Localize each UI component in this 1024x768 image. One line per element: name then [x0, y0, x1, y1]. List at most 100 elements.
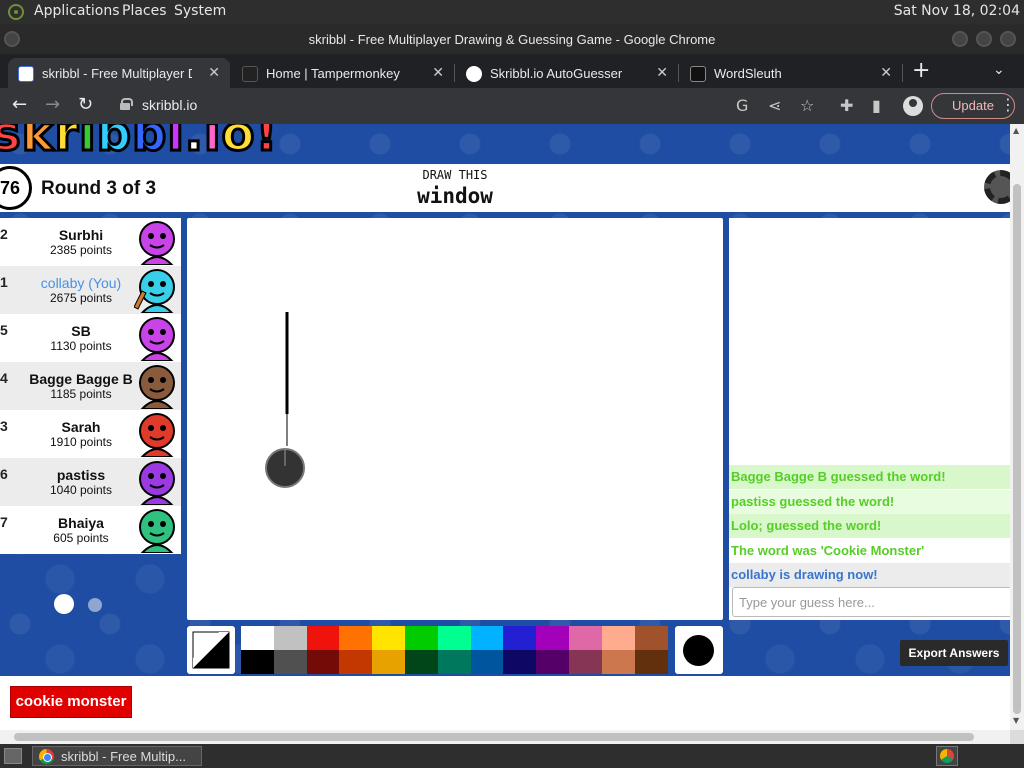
- window-titlebar[interactable]: skribbl - Free Multiplayer Drawing & Gue…: [0, 24, 1024, 54]
- settings-gear-icon[interactable]: [984, 170, 1010, 204]
- color-swatch[interactable]: [241, 626, 274, 650]
- lock-icon[interactable]: [120, 98, 133, 110]
- applications-menu[interactable]: Applications: [34, 3, 120, 19]
- tab-tampermonkey[interactable]: Home | Tampermonkey ✕: [232, 58, 455, 88]
- player-avatar-icon: [139, 413, 175, 457]
- tab-label: Skribbl.io AutoGuesser: [490, 66, 623, 81]
- close-tab-icon[interactable]: ✕: [880, 64, 892, 81]
- tray-chrome-icon[interactable]: [936, 746, 958, 766]
- color-swatch[interactable]: [569, 626, 602, 650]
- player-row[interactable]: 6 pastiss 1040 points: [0, 458, 181, 506]
- reload-icon[interactable]: ↻: [78, 94, 93, 115]
- tab-strip: skribbl - Free Multiplayer Drawing & Gue…: [0, 54, 1024, 88]
- taskbar-window-chrome[interactable]: skribbl - Free Multip...: [32, 746, 202, 766]
- color-swatch[interactable]: [601, 650, 635, 674]
- hint-word-button[interactable]: cookie monster: [10, 686, 132, 718]
- minimize-icon[interactable]: [952, 31, 968, 47]
- player-row[interactable]: 3 Sarah 1910 points: [0, 410, 181, 458]
- tab-wordsleuth[interactable]: WordSleuth ✕: [680, 58, 903, 88]
- tampermonkey-icon: [242, 66, 258, 82]
- tab-skribbl[interactable]: skribbl - Free Multiplayer Drawing & Gue…: [8, 58, 230, 88]
- color-swatch[interactable]: [306, 626, 340, 650]
- color-swatch[interactable]: [437, 626, 471, 650]
- color-swatch[interactable]: [503, 626, 537, 650]
- clock[interactable]: Sat Nov 18, 02:04: [894, 3, 1020, 19]
- color-swatch[interactable]: [503, 650, 537, 674]
- new-tab-icon[interactable]: +: [912, 58, 930, 83]
- player-row[interactable]: 7 Bhaiya 605 points: [0, 506, 181, 554]
- color-swatch[interactable]: [273, 650, 307, 674]
- github-icon: [690, 66, 706, 82]
- more-menu-icon[interactable]: ⋮: [1000, 95, 1016, 114]
- player-row[interactable]: 1 collaby (You) 2675 points: [0, 266, 181, 314]
- scrollbar-thumb[interactable]: [14, 733, 974, 741]
- player-list: 2 Surbhi 2385 points 1 collaby (You) 2675 poi…: [0, 218, 181, 554]
- guess-input[interactable]: [732, 587, 1010, 617]
- color-swatch[interactable]: [470, 650, 504, 674]
- carousel-dot-active[interactable]: [54, 594, 74, 614]
- player-avatar-icon: [139, 221, 175, 265]
- chat-message: Bagge Bagge B guessed the word!: [729, 465, 1010, 489]
- color-swatch[interactable]: [372, 650, 406, 674]
- player-avatar-icon: [139, 365, 175, 409]
- close-tab-icon[interactable]: ✕: [656, 64, 668, 81]
- window-title: skribbl - Free Multiplayer Drawing & Gue…: [308, 32, 716, 47]
- color-swatch[interactable]: [405, 626, 438, 650]
- brush-tool-button[interactable]: [187, 626, 235, 674]
- system-menu[interactable]: System: [174, 3, 226, 19]
- chat-message: Lolo; guessed the word!: [729, 514, 1010, 538]
- color-swatch[interactable]: [601, 626, 635, 650]
- places-menu[interactable]: Places: [122, 3, 167, 19]
- close-tab-icon[interactable]: ✕: [432, 64, 444, 81]
- color-swatch[interactable]: [634, 626, 668, 650]
- color-swatch[interactable]: [339, 650, 373, 674]
- chevron-down-icon[interactable]: ⌄: [993, 62, 1005, 78]
- scrollbar-thumb[interactable]: [1013, 184, 1021, 714]
- skribbl-pencil-icon: [18, 66, 34, 82]
- pencil-icon: [134, 290, 147, 310]
- drawing-canvas[interactable]: [187, 218, 723, 620]
- share-icon[interactable]: ⋖: [768, 96, 781, 115]
- vertical-scrollbar[interactable]: ▲ ▼: [1010, 124, 1024, 730]
- color-swatch[interactable]: [339, 626, 373, 650]
- side-panel-icon[interactable]: ▮: [872, 96, 881, 115]
- color-swatch[interactable]: [634, 650, 668, 674]
- google-icon[interactable]: G: [736, 96, 748, 115]
- export-answers-button[interactable]: Export Answers: [900, 640, 1008, 666]
- back-icon[interactable]: ←: [12, 94, 27, 115]
- player-row[interactable]: 2 Surbhi 2385 points: [0, 218, 181, 266]
- profile-avatar-icon[interactable]: [903, 96, 923, 116]
- page-footer-area: cookie monster: [0, 676, 1010, 730]
- url-bar[interactable]: skribbl.io: [142, 97, 197, 113]
- maximize-icon[interactable]: [976, 31, 992, 47]
- skribbl-logo: skribbl.io!: [0, 124, 279, 164]
- color-swatch[interactable]: [273, 626, 307, 650]
- canvas-drawing: [265, 312, 305, 488]
- taskbar: skribbl - Free Multip...: [0, 744, 1024, 768]
- close-tab-icon[interactable]: ✕: [208, 64, 220, 81]
- color-swatch[interactable]: [569, 650, 602, 674]
- close-window-icon[interactable]: [1000, 31, 1016, 47]
- tab-autoguesser[interactable]: Skribbl.io AutoGuesser ✕: [456, 58, 679, 88]
- brush-size-button[interactable]: [675, 626, 723, 674]
- color-swatch[interactable]: [536, 626, 570, 650]
- brush-size-icon: [683, 635, 714, 666]
- player-row[interactable]: 5 SB 1130 points: [0, 314, 181, 362]
- carousel-dot[interactable]: [88, 598, 102, 612]
- color-swatch[interactable]: [437, 650, 471, 674]
- bookmark-star-icon[interactable]: ☆: [800, 96, 814, 115]
- color-swatch[interactable]: [470, 626, 504, 650]
- gnome-foot-icon[interactable]: [8, 4, 24, 20]
- extensions-icon[interactable]: ✚: [840, 96, 853, 115]
- horizontal-scrollbar[interactable]: [0, 730, 1010, 744]
- forward-icon[interactable]: →: [45, 94, 60, 115]
- player-avatar-icon: [139, 461, 175, 505]
- color-swatch[interactable]: [306, 650, 340, 674]
- color-swatch[interactable]: [372, 626, 406, 650]
- color-swatch[interactable]: [536, 650, 570, 674]
- chrome-icon: [39, 749, 54, 764]
- player-row[interactable]: 4 Bagge Bagge B 1185 points: [0, 362, 181, 410]
- show-desktop-icon[interactable]: [4, 748, 22, 764]
- color-swatch[interactable]: [405, 650, 438, 674]
- color-swatch[interactable]: [241, 650, 274, 674]
